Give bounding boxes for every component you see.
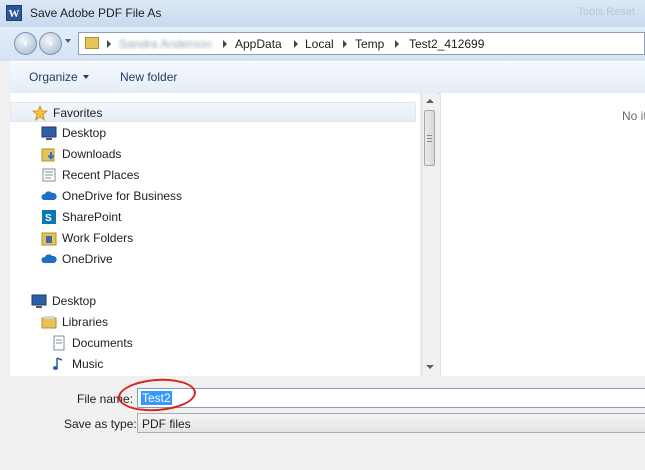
breadcrumb-appdata[interactable]: AppData <box>235 37 282 51</box>
breadcrumb-local[interactable]: Local <box>305 37 334 51</box>
scrollbar-thumb[interactable] <box>424 110 435 166</box>
navigation-row: ‹ › Sandra Anderson AppData Local Temp T… <box>0 27 645 61</box>
nav-item-work-folders[interactable]: Work Folders <box>10 228 416 248</box>
desktop-icon <box>41 126 57 140</box>
file-list-pane[interactable]: No it <box>440 93 645 376</box>
nav-item-onedrive-business[interactable]: OneDrive for Business <box>10 186 416 206</box>
grip-line <box>427 135 432 136</box>
chevron-down-icon <box>82 75 89 79</box>
back-button[interactable]: ‹ <box>14 32 37 55</box>
nav-item-label: Desktop <box>62 126 107 140</box>
onedrive-cloud-icon <box>41 191 57 200</box>
grip-line <box>427 141 432 142</box>
save-as-type-select[interactable]: PDF files <box>137 413 645 433</box>
downloads-folder-icon <box>41 148 55 162</box>
word-app-icon: W <box>6 5 22 21</box>
command-toolbar: Organize New folder <box>10 61 645 94</box>
breadcrumb-test2-folder[interactable]: Test2_412699 <box>409 37 484 51</box>
nav-item-label: Work Folders <box>62 231 134 245</box>
nav-item-label: OneDrive for Business <box>62 189 183 203</box>
organize-button[interactable]: Organize <box>29 70 89 84</box>
nav-pane-scrollbar[interactable] <box>421 93 438 376</box>
work-folders-icon <box>41 232 57 246</box>
nav-item-downloads[interactable]: Downloads <box>10 144 416 164</box>
nav-item-label: Downloads <box>62 147 122 161</box>
nav-item-label: Recent Places <box>62 168 140 182</box>
nav-item-label: Libraries <box>62 315 109 329</box>
window-controls-faint: Tools Reset <box>577 6 635 18</box>
nav-item-music[interactable]: Music <box>10 354 416 374</box>
desktop-icon <box>31 294 47 308</box>
nav-item-desktop[interactable]: Desktop <box>10 123 416 143</box>
onedrive-cloud-icon <box>41 254 57 263</box>
save-as-type-value: PDF files <box>142 417 191 431</box>
nav-item-documents[interactable]: Documents <box>10 333 416 353</box>
organize-label: Organize <box>29 70 78 84</box>
breadcrumb-user[interactable]: Sandra Anderson <box>119 37 212 51</box>
new-folder-button[interactable]: New folder <box>120 70 177 84</box>
nav-item-label: OneDrive <box>62 252 113 266</box>
nav-item-desktop-tree[interactable]: Desktop <box>10 291 416 311</box>
libraries-icon <box>41 316 57 329</box>
star-icon <box>32 105 48 121</box>
window-title: Save Adobe PDF File As <box>30 6 162 20</box>
nav-item-recent-places[interactable]: Recent Places <box>10 165 416 185</box>
recent-locations-dropdown-icon[interactable] <box>65 39 71 43</box>
nav-item-label: Documents <box>72 336 133 350</box>
breadcrumb-separator-icon[interactable] <box>107 40 111 48</box>
breadcrumb-separator-icon[interactable] <box>395 40 399 48</box>
breadcrumb-separator-icon[interactable] <box>294 40 298 48</box>
title-bar: W Save Adobe PDF File As Tools Reset <box>0 0 645 28</box>
scroll-down-arrow-icon[interactable] <box>426 365 434 369</box>
nav-item-sharepoint[interactable]: S SharePoint <box>10 207 416 227</box>
save-as-type-label: Save as type: <box>64 417 137 431</box>
nav-item-label: Music <box>72 357 104 371</box>
nav-item-label: Desktop <box>52 294 97 308</box>
navigation-pane: Favorites Desktop Downloads Recent Place… <box>10 93 420 376</box>
breadcrumb-separator-icon[interactable] <box>223 40 227 48</box>
folder-icon <box>85 37 99 49</box>
svg-text:S: S <box>45 213 52 224</box>
red-annotation-circle <box>116 376 198 414</box>
file-name-input[interactable]: Test2 <box>137 388 645 408</box>
documents-icon <box>53 335 65 351</box>
forward-button[interactable]: › <box>39 32 62 55</box>
nav-favorites-header[interactable]: Favorites <box>10 102 416 122</box>
grip-line <box>427 138 432 139</box>
empty-folder-message: No it <box>622 109 645 123</box>
nav-item-onedrive[interactable]: OneDrive <box>10 249 416 269</box>
recent-places-icon <box>42 168 56 182</box>
address-bar[interactable]: Sandra Anderson AppData Local Temp Test2… <box>78 32 645 55</box>
scroll-up-arrow-icon[interactable] <box>426 99 434 103</box>
sharepoint-icon: S <box>42 210 56 224</box>
breadcrumb-separator-icon[interactable] <box>343 40 347 48</box>
breadcrumb-temp[interactable]: Temp <box>355 37 384 51</box>
nav-item-label: SharePoint <box>62 210 122 224</box>
favorites-label: Favorites <box>53 106 103 120</box>
nav-item-libraries[interactable]: Libraries <box>10 312 416 332</box>
music-note-icon <box>53 357 63 370</box>
